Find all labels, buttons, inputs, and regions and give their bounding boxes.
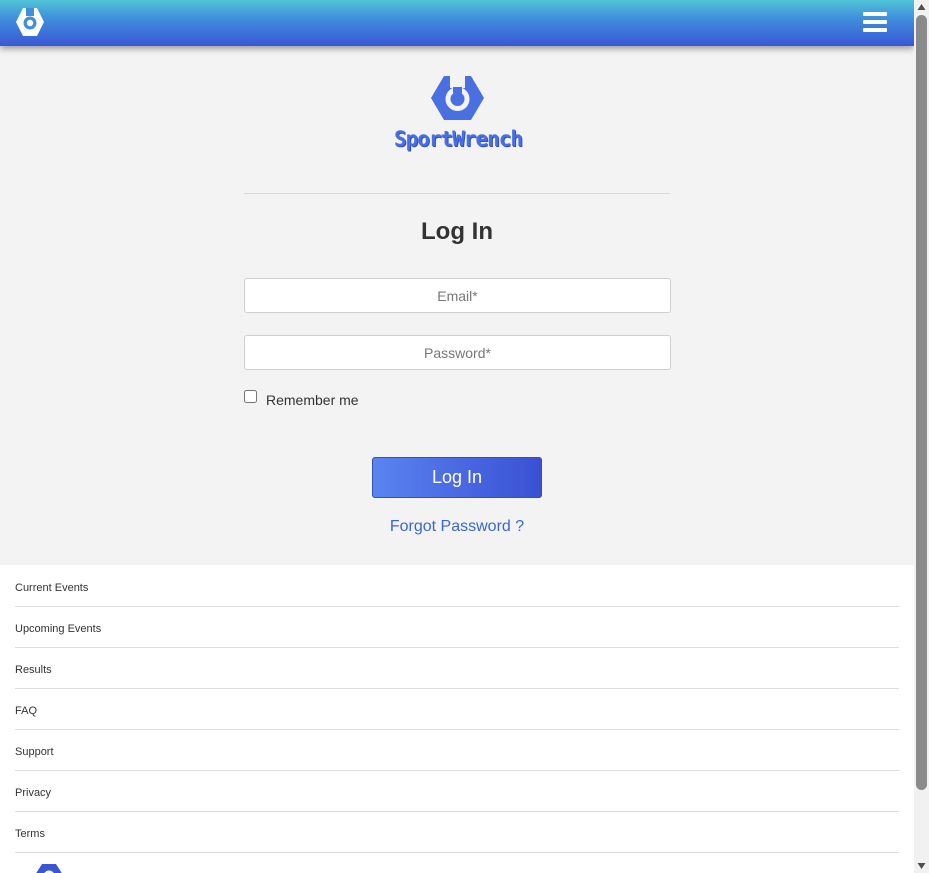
scroll-down-arrow-icon[interactable]	[914, 858, 929, 873]
footer-nav: Current Events Upcoming Events Results F…	[15, 566, 899, 853]
scrollbar-thumb[interactable]	[916, 15, 927, 790]
password-field[interactable]	[244, 335, 671, 370]
top-navbar	[0, 0, 914, 46]
remember-me-checkbox[interactable]	[244, 390, 257, 403]
footer-link-privacy[interactable]: Privacy	[15, 771, 899, 812]
login-section: SportWrench Log In Remember me Log In Fo…	[0, 46, 914, 565]
page: SportWrench Log In Remember me Log In Fo…	[0, 0, 914, 873]
footer-link-faq[interactable]: FAQ	[15, 689, 899, 730]
sportwrench-brand-icon	[431, 75, 484, 120]
sportwrench-logo-icon[interactable]	[14, 6, 46, 38]
divider	[244, 193, 670, 194]
forgot-password-link[interactable]: Forgot Password ?	[372, 518, 542, 536]
email-field[interactable]	[244, 278, 671, 313]
hamburger-menu-icon[interactable]	[863, 12, 887, 34]
footer-link-current-events[interactable]: Current Events	[15, 566, 899, 607]
brand-wordmark: SportWrench	[393, 127, 523, 151]
footer-link-upcoming-events[interactable]: Upcoming Events	[15, 607, 899, 648]
remember-me-label[interactable]: Remember me	[266, 392, 359, 408]
scroll-up-arrow-icon[interactable]	[914, 0, 929, 15]
footer-logo-icon	[36, 864, 62, 873]
vertical-scrollbar[interactable]	[914, 0, 929, 873]
footer-link-terms[interactable]: Terms	[15, 812, 899, 853]
footer-link-results[interactable]: Results	[15, 648, 899, 689]
login-button[interactable]: Log In	[372, 457, 542, 498]
login-title: Log In	[421, 218, 493, 245]
footer-link-support[interactable]: Support	[15, 730, 899, 771]
